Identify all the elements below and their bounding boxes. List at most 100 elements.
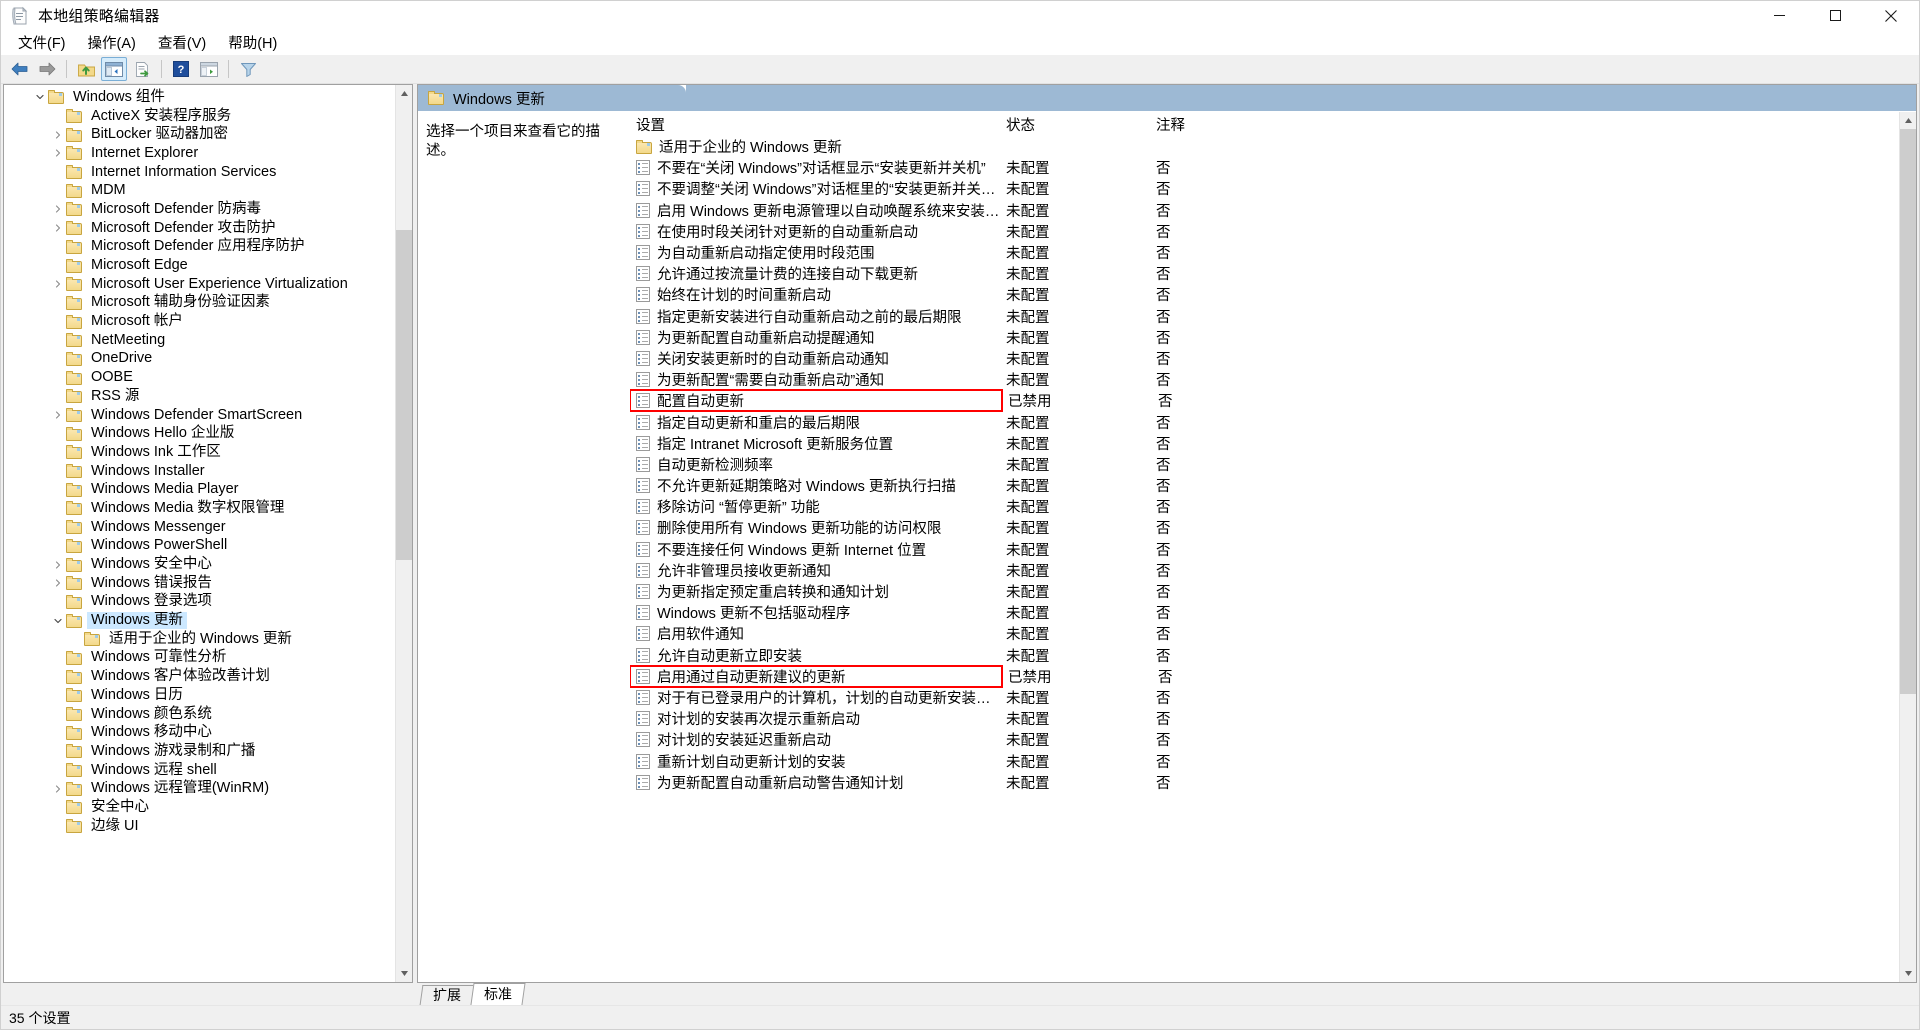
settings-row-name-cell[interactable]: 为更新配置“需要自动重新启动”通知	[630, 369, 1000, 390]
tree-item[interactable]: Windows 登录选项	[4, 593, 395, 612]
settings-row[interactable]: 删除使用所有 Windows 更新功能的访问权限 未配置 否	[630, 517, 1899, 538]
chevron-right-icon[interactable]	[50, 410, 66, 420]
settings-row[interactable]: 启用 Windows 更新电源管理以自动唤醒系统来安装计划的... 未配置 否	[630, 200, 1899, 221]
chevron-down-icon[interactable]	[32, 92, 48, 102]
tree-item[interactable]: OOBE	[4, 368, 395, 387]
settings-row-name-cell[interactable]: 指定自动更新和重启的最后期限	[630, 412, 1000, 433]
settings-row-highlighted[interactable]: 启用通过自动更新建议的更新 已禁用 否	[630, 664, 1899, 688]
tree-item[interactable]: Microsoft User Experience Virtualization	[4, 275, 395, 294]
settings-row-name-cell[interactable]: 在使用时段关闭针对更新的自动重新启动	[630, 221, 1000, 242]
settings-row[interactable]: 对计划的安装再次提示重新启动 未配置 否	[630, 708, 1899, 729]
tree-item[interactable]: Windows 远程管理(WinRM)	[4, 779, 395, 798]
forward-arrow-icon[interactable]	[34, 57, 60, 81]
settings-row[interactable]: 允许通过按流量计费的连接自动下载更新 未配置 否	[630, 263, 1899, 284]
settings-row-name-cell[interactable]: 适用于企业的 Windows 更新	[630, 136, 1000, 157]
settings-row-name-cell[interactable]: Windows 更新不包括驱动程序	[630, 602, 1000, 623]
properties-icon[interactable]	[196, 57, 222, 81]
settings-row-name-cell[interactable]: 关闭安装更新时的自动重新启动通知	[630, 348, 1000, 369]
back-arrow-icon[interactable]	[6, 57, 32, 81]
settings-row[interactable]: 指定更新安装进行自动重新启动之前的最后期限 未配置 否	[630, 306, 1899, 327]
settings-row[interactable]: 为更新配置“需要自动重新启动”通知 未配置 否	[630, 369, 1899, 390]
settings-row-name-cell[interactable]: 为更新配置自动重新启动提醒通知	[630, 327, 1000, 348]
tree-item[interactable]: 安全中心	[4, 798, 395, 817]
settings-row-name-cell[interactable]: 删除使用所有 Windows 更新功能的访问权限	[630, 517, 1000, 538]
policy-tree[interactable]: Windows 组件 ActiveX 安装程序服务 BitLocker 驱动器加密 I…	[4, 85, 395, 982]
tree-item[interactable]: NetMeeting	[4, 331, 395, 350]
column-header-state[interactable]: 状态	[1000, 114, 1150, 135]
chevron-down-icon[interactable]	[50, 616, 66, 626]
settings-row-name-cell[interactable]: 自动更新检测频率	[630, 454, 1000, 475]
settings-row[interactable]: 不要在“关闭 Windows”对话框显示“安装更新并关机” 未配置 否	[630, 157, 1899, 178]
column-header-setting[interactable]: 设置	[630, 114, 1000, 135]
tree-item[interactable]: Windows 组件	[4, 88, 395, 107]
tree-item[interactable]: Windows Hello 企业版	[4, 424, 395, 443]
column-header-comment[interactable]: 注释	[1150, 114, 1310, 135]
settings-row-name-cell[interactable]: 指定 Intranet Microsoft 更新服务位置	[630, 433, 1000, 454]
settings-row-name-cell[interactable]: 对计划的安装延迟重新启动	[630, 729, 1000, 750]
settings-row[interactable]: 重新计划自动更新计划的安装 未配置 否	[630, 750, 1899, 771]
settings-row-name-cell[interactable]: 启用软件通知	[630, 623, 1000, 644]
tree-item[interactable]: Microsoft Defender 防病毒	[4, 200, 395, 219]
tab-extended[interactable]: 扩展	[419, 985, 475, 1005]
settings-row-name-cell[interactable]: 移除访问 “暂停更新” 功能	[630, 496, 1000, 517]
chevron-right-icon[interactable]	[50, 130, 66, 140]
tree-item[interactable]: Windows 更新	[4, 611, 395, 630]
tree-item[interactable]: RSS 源	[4, 387, 395, 406]
settings-row[interactable]: 对计划的安装延迟重新启动 未配置 否	[630, 729, 1899, 750]
settings-row[interactable]: 为自动重新启动指定使用时段范围 未配置 否	[630, 242, 1899, 263]
settings-row[interactable]: 允许自动更新立即安装 未配置 否	[630, 645, 1899, 666]
tree-item[interactable]: Windows 可靠性分析	[4, 649, 395, 668]
settings-row-name-cell[interactable]: 不要在“关闭 Windows”对话框显示“安装更新并关机”	[630, 157, 1000, 178]
settings-row-name-cell[interactable]: 不要调整“关闭 Windows”对话框里的“安装更新并关机”的默...	[630, 178, 1000, 199]
settings-row-name-cell[interactable]: 指定更新安装进行自动重新启动之前的最后期限	[630, 306, 1000, 327]
tree-vertical-scrollbar[interactable]	[395, 85, 412, 982]
settings-row[interactable]: 为更新配置自动重新启动警告通知计划 未配置 否	[630, 772, 1899, 793]
tree-item[interactable]: Windows 安全中心	[4, 555, 395, 574]
settings-row[interactable]: 不要调整“关闭 Windows”对话框里的“安装更新并关机”的默... 未配置 否	[630, 178, 1899, 199]
tab-standard[interactable]: 标准	[470, 983, 526, 1005]
tree-item[interactable]: Windows Installer	[4, 462, 395, 481]
settings-row[interactable]: 为更新配置自动重新启动提醒通知 未配置 否	[630, 327, 1899, 348]
tree-item[interactable]: Windows 客户体验改善计划	[4, 667, 395, 686]
tree-item[interactable]: Microsoft Defender 攻击防护	[4, 219, 395, 238]
menu-help[interactable]: 帮助(H)	[217, 30, 288, 55]
help-icon[interactable]: ?	[168, 57, 194, 81]
settings-list[interactable]: 适用于企业的 Windows 更新 不要在“关闭 Windows”对话框显示“安装…	[630, 136, 1899, 982]
settings-row[interactable]: Windows 更新不包括驱动程序 未配置 否	[630, 602, 1899, 623]
chevron-right-icon[interactable]	[50, 223, 66, 233]
settings-scroll-up-arrow[interactable]	[1899, 112, 1916, 129]
settings-row[interactable]: 启用软件通知 未配置 否	[630, 623, 1899, 644]
tree-item[interactable]: Windows 日历	[4, 686, 395, 705]
tree-item[interactable]: Microsoft Edge	[4, 256, 395, 275]
settings-row[interactable]: 始终在计划的时间重新启动 未配置 否	[630, 284, 1899, 305]
chevron-right-icon[interactable]	[50, 279, 66, 289]
menu-view[interactable]: 查看(V)	[147, 30, 217, 55]
export-list-icon[interactable]	[129, 57, 155, 81]
tree-item[interactable]: Windows Messenger	[4, 518, 395, 537]
settings-row-highlighted[interactable]: 配置自动更新 已禁用 否	[630, 389, 1899, 413]
settings-row-name-cell[interactable]: 启用 Windows 更新电源管理以自动唤醒系统来安装计划的...	[630, 200, 1000, 221]
settings-row[interactable]: 关闭安装更新时的自动重新启动通知 未配置 否	[630, 348, 1899, 369]
settings-row[interactable]: 指定自动更新和重启的最后期限 未配置 否	[630, 411, 1899, 432]
tree-item[interactable]: ActiveX 安装程序服务	[4, 107, 395, 126]
up-folder-icon[interactable]	[73, 57, 99, 81]
settings-row-name-cell[interactable]: 始终在计划的时间重新启动	[630, 284, 1000, 305]
settings-row[interactable]: 不要连接任何 Windows 更新 Internet 位置 未配置 否	[630, 539, 1899, 560]
tree-item[interactable]: Windows Media Player	[4, 480, 395, 499]
settings-row[interactable]: 自动更新检测频率 未配置 否	[630, 454, 1899, 475]
settings-scroll-track[interactable]	[1899, 129, 1916, 965]
settings-row-name-cell[interactable]: 对计划的安装再次提示重新启动	[630, 708, 1000, 729]
tree-item[interactable]: Windows 错误报告	[4, 574, 395, 593]
chevron-right-icon[interactable]	[50, 148, 66, 158]
settings-row-name-cell[interactable]: 允许通过按流量计费的连接自动下载更新	[630, 263, 1000, 284]
chevron-right-icon[interactable]	[50, 204, 66, 214]
chevron-right-icon[interactable]	[50, 784, 66, 794]
scroll-thumb[interactable]	[395, 230, 412, 560]
tree-item[interactable]: Windows Defender SmartScreen	[4, 406, 395, 425]
tree-item[interactable]: OneDrive	[4, 350, 395, 369]
tree-item[interactable]: Microsoft Defender 应用程序防护	[4, 238, 395, 257]
settings-row-name-cell[interactable]: 为自动重新启动指定使用时段范围	[630, 242, 1000, 263]
tree-item[interactable]: 适用于企业的 Windows 更新	[4, 630, 395, 649]
settings-row-name-cell[interactable]: 配置自动更新	[630, 389, 1003, 413]
settings-row[interactable]: 允许非管理员接收更新通知 未配置 否	[630, 560, 1899, 581]
